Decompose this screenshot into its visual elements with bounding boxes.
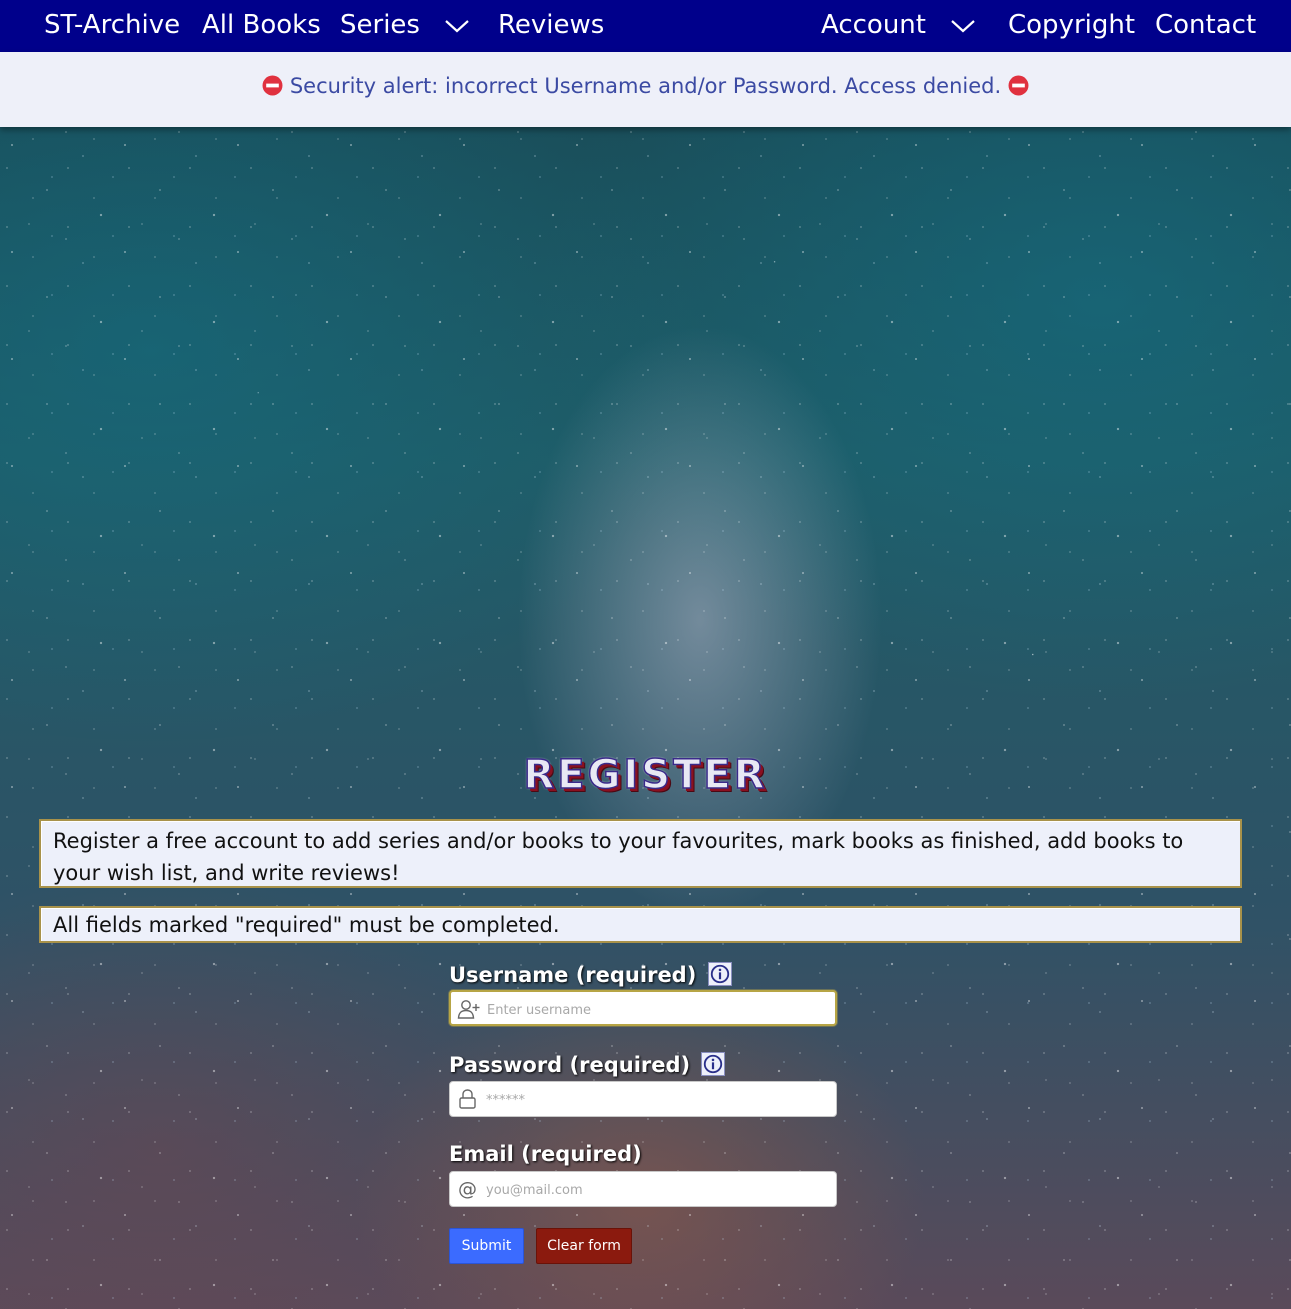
password-label-row: Password (required) [449,1052,726,1077]
submit-button[interactable]: Submit [449,1228,524,1264]
no-entry-icon [262,75,283,96]
password-input[interactable] [484,1086,828,1114]
intro-box: Register a free account to add series an… [39,819,1242,888]
chevron-down-icon [951,19,975,32]
required-note-text: All fields marked "required" must be com… [53,913,560,937]
no-entry-icon [1008,75,1029,96]
email-input[interactable] [484,1176,828,1204]
nav-all-books-link[interactable]: All Books [202,0,321,52]
page-title: REGISTER [523,751,768,799]
nav-reviews-link[interactable]: Reviews [498,0,604,52]
info-icon[interactable] [707,962,732,986]
alert-content: Security alert: incorrect Username and/o… [0,72,1291,100]
starfield-background [0,127,1291,1309]
email-field: @ [449,1171,837,1207]
email-label-row: Email (required) [449,1142,642,1166]
username-input[interactable] [485,996,829,1024]
security-alert-banner: Security alert: incorrect Username and/o… [0,52,1291,127]
at-sign-icon: @ [458,1178,477,1200]
email-label: Email (required) [449,1142,642,1166]
alert-message: Security alert: incorrect Username and/o… [289,74,1002,98]
nav-series-label: Series [340,10,420,40]
top-navbar: ST-Archive All Books Series Reviews Acco… [0,0,1291,52]
intro-text: Register a free account to add series an… [53,829,1184,885]
nav-contact-link[interactable]: Contact [1155,0,1256,52]
svg-text:@: @ [458,1178,477,1200]
nav-brand-link[interactable]: ST-Archive [44,0,180,52]
required-note-box: All fields marked "required" must be com… [39,906,1242,943]
clear-form-button[interactable]: Clear form [536,1228,632,1264]
username-field [449,990,837,1026]
info-icon[interactable] [701,1052,726,1076]
nav-copyright-link[interactable]: Copyright [1008,0,1135,52]
nav-account-label: Account [821,10,926,40]
nav-account-dropdown[interactable]: Account [821,0,976,52]
lock-icon [459,1089,476,1109]
password-label: Password (required) [449,1053,691,1077]
username-label-row: Username (required) [449,962,732,987]
starfield-background-layer [0,127,1291,1309]
nav-series-dropdown[interactable]: Series [340,0,470,52]
chevron-down-icon [445,19,469,32]
add-user-icon [457,1000,480,1019]
username-label: Username (required) [449,963,697,987]
password-field [449,1081,837,1117]
